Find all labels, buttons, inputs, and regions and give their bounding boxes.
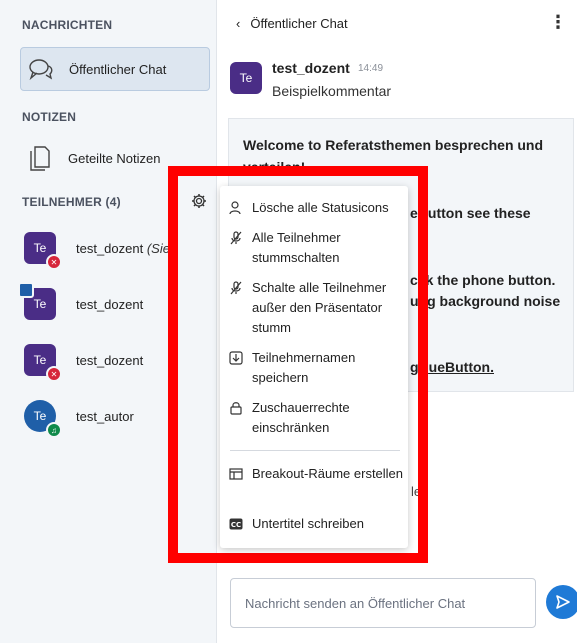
send-button[interactable] [546, 585, 577, 619]
chat-title: Öffentlicher Chat [250, 16, 348, 31]
closed-caption-icon: CC [228, 516, 244, 532]
download-icon [228, 350, 244, 366]
avatar: Te ✕ [24, 232, 62, 270]
welcome-line: eButton see these [410, 205, 531, 221]
clear-status-icon [228, 200, 244, 216]
mute-icon [228, 280, 244, 296]
menu-item-breakout-rooms[interactable]: Breakout-Räume erstellen [228, 464, 404, 484]
menu-item-save-names[interactable]: Teilnehmernamen speichern [228, 348, 404, 388]
participants-options-menu: Lösche alle Statusicons Alle Teilnehmer … [220, 186, 408, 548]
participant-name: test_autor [76, 408, 134, 424]
send-icon [556, 595, 570, 609]
chevron-left-icon[interactable]: ‹ [236, 16, 240, 31]
menu-item-restrict-viewers[interactable]: Zuschauerrechte einschränken [228, 398, 404, 438]
chat-header[interactable]: ‹ Öffentlicher Chat [236, 16, 348, 31]
menu-divider [230, 450, 400, 451]
welcome-line: clik the phone button. [410, 272, 556, 288]
message-time: 14:49 [358, 63, 384, 74]
avatar: Te [18, 282, 56, 320]
mute-icon [228, 230, 244, 246]
message-text: Beispielkommentar [272, 83, 392, 99]
welcome-line: Welcome to Referatsthemen besprechen und [243, 137, 544, 153]
notes-section-title: NOTIZEN [22, 110, 77, 124]
avatar: Te ✕ [24, 344, 62, 382]
participant-name: test_dozent (Sie) [76, 240, 175, 256]
muted-mic-icon: ✕ [46, 366, 62, 382]
participant-name: test_dozent [76, 296, 144, 312]
muted-mic-icon: ✕ [46, 254, 62, 270]
svg-text:CC: CC [231, 521, 241, 529]
headphones-icon: ♫ [46, 422, 62, 438]
gear-icon[interactable] [191, 193, 207, 209]
participants-section-title: TEILNEHMER (4) [22, 195, 121, 209]
menu-item-captions[interactable]: CC Untertitel schreiben [228, 514, 404, 534]
sidebar-item-label: Öffentlicher Chat [69, 61, 167, 77]
sidebar-item-label: Geteilte Notizen [68, 150, 161, 166]
message-author: test_dozent [272, 60, 350, 76]
sidebar-item-public-chat[interactable]: Öffentlicher Chat [20, 47, 210, 91]
participant-name: test_dozent [76, 352, 144, 368]
messages-section-title: NACHRICHTEN [22, 18, 113, 32]
message-input[interactable]: Nachricht senden an Öffentlicher Chat [230, 578, 536, 628]
chat-bubbles-icon [27, 55, 55, 83]
avatar: Te [230, 62, 262, 94]
rooms-icon [228, 466, 244, 482]
menu-item-mute-all-except-presenter[interactable]: Schalte alle Teilnehmer außer den Präsen… [228, 278, 404, 338]
lock-icon [228, 400, 244, 416]
menu-item-mute-all[interactable]: Alle Teilnehmer stummschalten [228, 228, 404, 268]
document-icon [26, 144, 54, 172]
menu-item-clear-status[interactable]: Lösche alle Statusicons [228, 198, 404, 218]
more-options-icon[interactable]: ⋮ [549, 12, 567, 33]
avatar: Te ♫ [24, 400, 62, 438]
welcome-line: ung background noise [410, 293, 561, 309]
presenter-icon [18, 282, 34, 298]
